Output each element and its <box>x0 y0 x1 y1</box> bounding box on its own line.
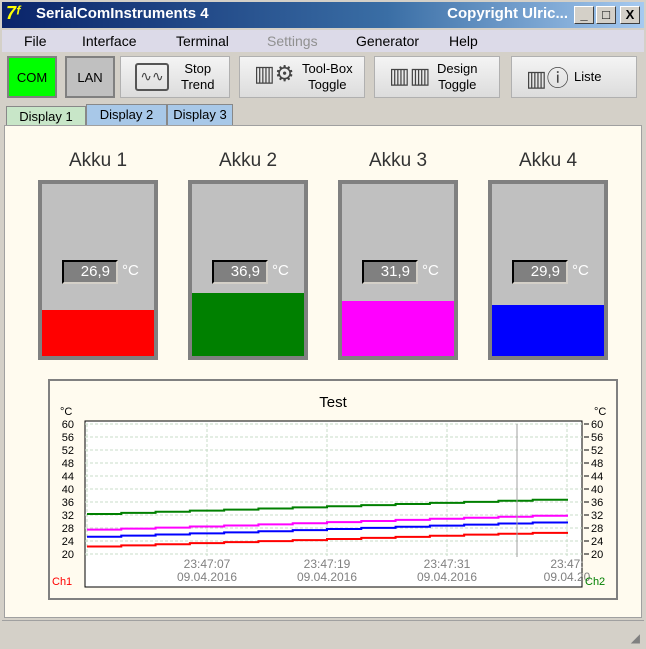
toolbox-toggle-label: Tool-Box Toggle <box>302 61 353 92</box>
menu-settings[interactable]: Settings <box>267 33 318 49</box>
y-tick-left: 28 <box>62 523 74 535</box>
stop-trend-button[interactable]: ∿∿ Stop Trend <box>120 56 230 98</box>
y-tick-right: 44 <box>591 471 603 483</box>
menu-generator[interactable]: Generator <box>356 33 419 49</box>
y-tick-left: 20 <box>62 549 74 561</box>
y-tick-left: 60 <box>62 419 74 431</box>
y-tick-right: 20 <box>591 549 603 561</box>
close-button[interactable]: X <box>620 6 640 24</box>
y-tick-right: 60 <box>591 419 603 431</box>
list-info-icon: ▥ⓘ <box>526 66 569 91</box>
lan-button[interactable]: LAN <box>65 56 115 98</box>
akku-value: 26,9 <box>62 260 118 284</box>
toolbox-toggle-button[interactable]: ▥⚙ Tool-Box Toggle <box>239 56 365 98</box>
channel-right-label: Ch2 <box>585 576 605 588</box>
design-toggle-button[interactable]: ▥▥ Design Toggle <box>374 56 500 98</box>
design-panels-icon: ▥▥ <box>389 63 431 88</box>
x-tick-date: 09.04.2016 <box>297 570 357 584</box>
y-tick-left: 48 <box>62 458 74 470</box>
akku-value: 29,9 <box>512 260 568 284</box>
design-toggle-label: Design Toggle <box>437 61 478 92</box>
trend-chart: Test °C °C 20 20 24 24 28 28 32 32 36 36 40 40 44 44 48 48… <box>48 379 618 600</box>
minimize-button[interactable]: _ <box>574 6 594 24</box>
akku-tank: 36,9 °C <box>188 180 308 360</box>
y-tick-left: 44 <box>62 471 74 483</box>
x-tick-time: 23:47:19 <box>304 557 351 571</box>
toolbox-gear-icon: ▥⚙ <box>254 61 295 86</box>
liste-label: Liste <box>574 69 602 84</box>
tab-display-3[interactable]: Display 3 <box>167 104 233 126</box>
akku-unit: °C <box>572 262 589 279</box>
y-tick-right: 40 <box>591 484 603 496</box>
menu-terminal[interactable]: Terminal <box>176 33 229 49</box>
akku-title: Akku 4 <box>518 150 578 171</box>
akku-level-fill <box>492 304 604 356</box>
akku-level-fill <box>42 309 154 356</box>
akku-title: Akku 1 <box>68 150 128 171</box>
akku-title: Akku 2 <box>218 150 278 171</box>
resize-grip-icon[interactable]: ◢ <box>631 631 640 645</box>
com-button[interactable]: COM <box>7 56 57 98</box>
akku-unit: °C <box>272 262 289 279</box>
chart-svg: Test°C °C20 2024 2428 2832 3236 3640 4044 4448 48… <box>52 394 606 588</box>
chart-title: Test <box>319 394 347 411</box>
akku-unit: °C <box>122 262 139 279</box>
maximize-button[interactable]: □ <box>596 6 616 24</box>
com-label: COM <box>16 70 48 85</box>
tab-display-2[interactable]: Display 2 <box>86 104 167 126</box>
akku-level-fill <box>342 301 454 356</box>
menu-interface[interactable]: Interface <box>82 33 136 49</box>
y-tick-left: 36 <box>62 497 74 509</box>
y-tick-left: 40 <box>62 484 74 496</box>
y-tick-right: 48 <box>591 458 603 470</box>
akku-title: Akku 3 <box>368 150 428 171</box>
y-tick-right: 24 <box>591 536 603 548</box>
y-tick-right: 52 <box>591 445 603 457</box>
app-logo-icon: 7ᶠ <box>6 3 20 23</box>
x-tick-date: 09.04.2016 <box>417 570 477 584</box>
akku-tank: 26,9 °C <box>38 180 158 360</box>
lan-label: LAN <box>77 70 103 85</box>
y-tick-left: 24 <box>62 536 74 548</box>
oscilloscope-icon: ∿∿ <box>135 63 169 91</box>
y-tick-right: 28 <box>591 523 603 535</box>
toolbar: COM LAN ∿∿ Stop Trend ▥⚙ Tool-Box Toggle ▥… <box>2 52 644 102</box>
y-tick-right: 32 <box>591 510 603 522</box>
x-tick-time: 23:47:31 <box>424 557 471 571</box>
akku-value: 31,9 <box>362 260 418 284</box>
akku-unit: °C <box>422 262 439 279</box>
y-tick-right: 56 <box>591 432 603 444</box>
stop-trend-label: Stop Trend <box>181 61 215 92</box>
window-title: SerialComInstruments 4 <box>36 5 209 22</box>
y-axis-unit-right: °C <box>594 406 606 418</box>
akku-value: 36,9 <box>212 260 268 284</box>
menu-file[interactable]: File <box>24 33 47 49</box>
menu-bar: File Interface Terminal Settings Generat… <box>2 30 644 52</box>
x-tick-date: 09.04.2016 <box>177 570 237 584</box>
x-tick-time: 23:47:07 <box>184 557 231 571</box>
akku-level-fill <box>192 292 304 356</box>
liste-button[interactable]: ▥ⓘ Liste <box>511 56 637 98</box>
status-bar: ◢ <box>2 620 644 647</box>
akku-tank: 31,9 °C <box>338 180 458 360</box>
x-tick-date: 09.04.20 <box>544 570 591 584</box>
y-tick-left: 56 <box>62 432 74 444</box>
menu-help[interactable]: Help <box>449 33 478 49</box>
x-tick-time: 23:47: <box>550 557 583 571</box>
channel-left-label: Ch1 <box>52 576 72 588</box>
y-tick-left: 52 <box>62 445 74 457</box>
y-axis-unit-left: °C <box>60 406 72 418</box>
akku-tank: 29,9 °C <box>488 180 608 360</box>
y-tick-right: 36 <box>591 497 603 509</box>
y-tick-left: 32 <box>62 510 74 522</box>
copyright-text: Copyright Ulric... <box>447 5 568 22</box>
